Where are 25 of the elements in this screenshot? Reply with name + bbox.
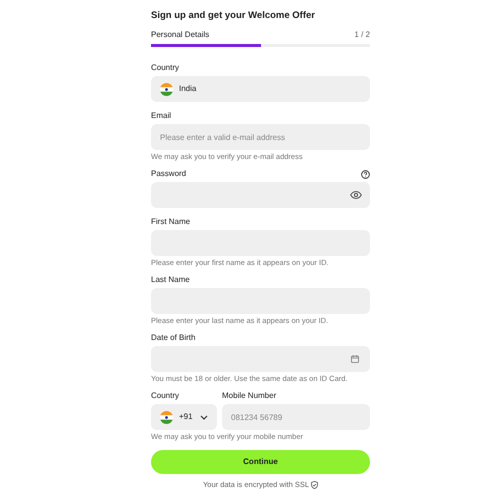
mobile-number-field[interactable]: 081234 56789: [222, 404, 370, 430]
field-label: Mobile Number: [222, 390, 276, 402]
field-label: Country: [151, 390, 180, 402]
step-counter: 1 / 2: [354, 29, 370, 41]
continue-button[interactable]: Continue: [151, 450, 370, 474]
field-label: First Name: [151, 216, 190, 228]
form-title: Sign up and get your Welcome Offer: [151, 10, 316, 22]
eye-icon[interactable]: [350, 191, 362, 199]
india-flag-icon: [160, 410, 173, 424]
field-label: Email: [151, 110, 172, 122]
field-label: Last Name: [151, 274, 190, 286]
chevron-down-icon: [200, 414, 208, 420]
shield-check-icon: [311, 480, 318, 489]
field-label: Country: [151, 62, 180, 74]
help-icon[interactable]: [361, 170, 370, 178]
date-field[interactable]: [151, 346, 370, 372]
step-label: Personal Details: [151, 29, 210, 41]
country-code-select[interactable]: +91: [151, 404, 217, 430]
field-label: Password: [151, 168, 186, 180]
country-select[interactable]: India: [151, 76, 370, 102]
password-field[interactable]: [151, 182, 370, 208]
calendar-icon[interactable]: [351, 355, 359, 363]
input-field[interactable]: Please enter a valid e-mail address: [151, 124, 370, 150]
india-flag-icon: [160, 82, 173, 96]
field-label: Date of Birth: [151, 332, 196, 344]
